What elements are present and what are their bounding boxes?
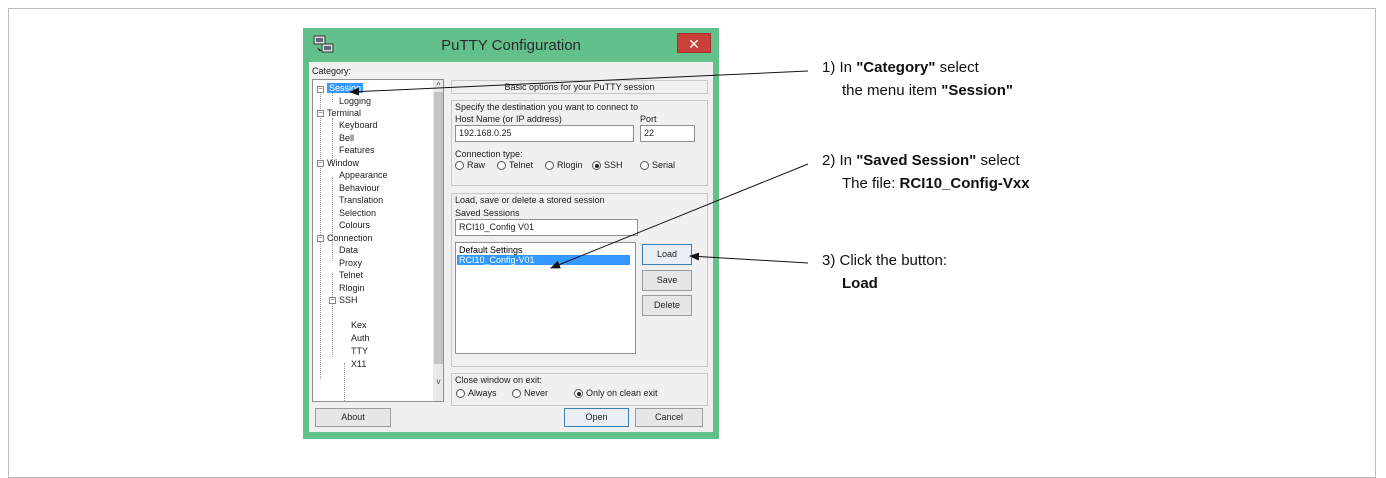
terminal-collapse-icon[interactable]: −	[317, 110, 324, 117]
saved-session-input[interactable]: RCI10_Config V01	[455, 219, 638, 236]
ssh-collapse-icon[interactable]: −	[329, 297, 336, 304]
open-button[interactable]: Open	[564, 408, 629, 427]
scroll-down-icon[interactable]: v	[433, 376, 443, 387]
radio-ssh-label: SSH	[604, 160, 623, 170]
category-label: Category:	[312, 66, 352, 76]
radio-raw[interactable]	[455, 161, 464, 170]
tree-item-bell[interactable]: Bell	[339, 133, 354, 143]
tree-item-selection[interactable]: Selection	[339, 208, 376, 218]
step1-line1: 1) In "Category" select	[822, 57, 979, 79]
tree-item-kex[interactable]: Kex	[351, 320, 367, 330]
tree-connector	[332, 177, 333, 261]
step1-suffix: select	[935, 59, 979, 76]
tree-item-telnet[interactable]: Telnet	[339, 270, 363, 280]
radio-only-clean-exit-label: Only on clean exit	[586, 388, 658, 398]
scroll-up-icon[interactable]: ^	[433, 80, 443, 91]
radio-rlogin-label: Rlogin	[557, 160, 583, 170]
panel-header-text: Basic options for your PuTTY session	[504, 82, 655, 92]
load-save-label: Load, save or delete a stored session	[455, 195, 605, 205]
host-input[interactable]: 192.168.0.25	[455, 125, 634, 142]
tree-connector	[332, 93, 333, 102]
cancel-button[interactable]: Cancel	[635, 408, 703, 427]
tree-item-data[interactable]: Data	[339, 245, 358, 255]
step1-prefix: 1) In	[822, 59, 857, 76]
delete-button[interactable]: Delete	[642, 295, 692, 316]
window-collapse-icon[interactable]: −	[317, 160, 324, 167]
list-item-selected[interactable]: RCI10_Config-V01	[457, 255, 630, 265]
session-collapse-icon[interactable]: −	[317, 86, 324, 93]
close-button[interactable]: ✕	[677, 33, 711, 53]
radio-only-clean-exit[interactable]	[574, 389, 583, 398]
radio-always-label: Always	[468, 388, 497, 398]
radio-raw-label: Raw	[467, 160, 486, 170]
putty-window: PuTTY Configuration ✕ Category: − Sessio…	[303, 28, 719, 439]
radio-never[interactable]	[512, 389, 521, 398]
tree-connector	[344, 363, 345, 401]
step2-line2: The file: RCI10_Config-Vxx	[842, 173, 1030, 195]
port-input[interactable]: 22	[640, 125, 695, 142]
tree-item-x11[interactable]: X11	[351, 359, 366, 369]
radio-serial[interactable]	[640, 161, 649, 170]
step1-line2-bold: "Session"	[941, 82, 1013, 99]
radio-rlogin[interactable]	[545, 161, 554, 170]
panel-header: Basic options for your PuTTY session	[451, 80, 708, 94]
step2-line2-bold: RCI10_Config-Vxx	[899, 175, 1030, 192]
tree-item-connection[interactable]: Connection	[327, 233, 373, 243]
host-label: Host Name (or IP address)	[455, 114, 562, 124]
saved-sessions-label: Saved Sessions	[455, 208, 520, 218]
tree-connector	[332, 273, 333, 357]
close-exit-label: Close window on exit:	[455, 375, 543, 385]
radio-telnet-label: Telnet	[509, 160, 534, 170]
tree-item-logging[interactable]: Logging	[339, 96, 371, 106]
destination-group	[451, 100, 708, 186]
step3-line2: Load	[842, 275, 878, 292]
tree-item-session[interactable]: Session	[327, 83, 364, 93]
tree-item-rlogin[interactable]: Rlogin	[339, 283, 365, 293]
tree-item-keyboard[interactable]: Keyboard	[339, 120, 378, 130]
tree-item-ssh[interactable]: SSH	[339, 295, 358, 305]
tree-item-behaviour[interactable]: Behaviour	[339, 183, 380, 193]
step2-line1: 2) In "Saved Session" select	[822, 150, 1020, 172]
about-button[interactable]: About	[315, 408, 391, 427]
step3-line1: 3) Click the button:	[822, 252, 948, 269]
tree-item-features[interactable]: Features	[339, 145, 375, 155]
connection-type-label: Connection type:	[455, 149, 523, 159]
scroll-thumb[interactable]	[434, 92, 443, 364]
tree-item-terminal[interactable]: Terminal	[327, 108, 361, 118]
sessions-listbox[interactable]: Default Settings RCI10_Config-V01	[455, 242, 636, 354]
load-button[interactable]: Load	[642, 244, 692, 265]
tree-item-appearance[interactable]: Appearance	[339, 170, 388, 180]
port-label: Port	[640, 114, 657, 124]
radio-serial-label: Serial	[652, 160, 676, 170]
step2-prefix: 2) In	[822, 152, 857, 169]
category-tree[interactable]: − Session Logging − Terminal Keyboard Be…	[312, 79, 444, 402]
window-title: PuTTY Configuration	[441, 37, 581, 54]
tree-item-translation[interactable]: Translation	[339, 195, 383, 205]
step1-line2: the menu item "Session"	[842, 80, 1013, 102]
destination-label: Specify the destination you want to conn…	[455, 102, 639, 112]
tree-item-colours[interactable]: Colours	[339, 220, 370, 230]
radio-always[interactable]	[456, 389, 465, 398]
tree-item-auth[interactable]: Auth	[351, 333, 370, 343]
step2-suffix: select	[976, 152, 1020, 169]
step1-bold: "Category"	[856, 59, 936, 76]
connection-collapse-icon[interactable]: −	[317, 235, 324, 242]
step2-line2-prefix: The file:	[842, 175, 900, 192]
list-item[interactable]: Default Settings	[457, 245, 523, 255]
step1-line2-prefix: the menu item	[842, 82, 942, 99]
radio-telnet[interactable]	[497, 161, 506, 170]
tree-item-window[interactable]: Window	[327, 158, 359, 168]
radio-ssh[interactable]	[592, 161, 601, 170]
tree-scrollbar[interactable]: ^ v	[433, 80, 443, 401]
tree-item-proxy[interactable]: Proxy	[339, 258, 362, 268]
step2-bold: "Saved Session"	[856, 152, 977, 169]
client-area: Category: − Session Logging − Terminal K…	[309, 62, 713, 432]
title-bar: PuTTY Configuration ✕	[303, 28, 719, 62]
save-button[interactable]: Save	[642, 270, 692, 291]
radio-never-label: Never	[524, 388, 549, 398]
tree-item-tty[interactable]: TTY	[351, 346, 368, 356]
